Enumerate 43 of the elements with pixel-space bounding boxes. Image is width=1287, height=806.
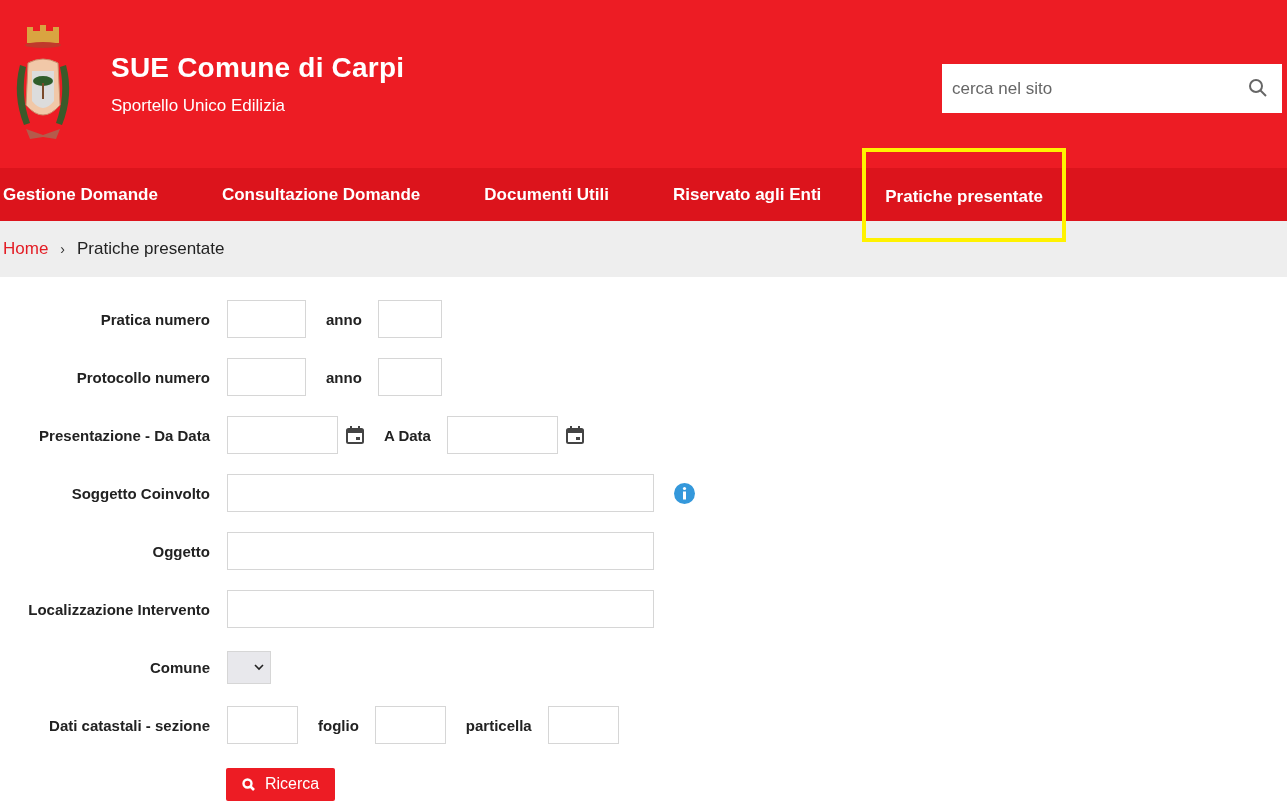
date-field[interactable] bbox=[227, 416, 338, 454]
calendar-icon[interactable] bbox=[346, 426, 364, 444]
breadcrumb-current: Pratiche presentate bbox=[77, 239, 225, 259]
field-label: Soggetto Coinvolto bbox=[70, 484, 210, 502]
nav-item[interactable]: Gestione Domande bbox=[3, 184, 158, 205]
input-field[interactable] bbox=[227, 300, 306, 338]
field-label: Pratica numero bbox=[99, 310, 210, 328]
field-label: foglio bbox=[318, 716, 359, 734]
select-dropdown[interactable] bbox=[227, 650, 271, 684]
field-label: Protocollo numero bbox=[75, 368, 210, 386]
search-icon[interactable] bbox=[1248, 78, 1268, 98]
nav-item[interactable]: Riservato agli Enti bbox=[672, 184, 822, 205]
input-field[interactable] bbox=[227, 474, 654, 512]
site-title[interactable]: SUE Comune di Carpi bbox=[111, 52, 405, 84]
input-field[interactable] bbox=[227, 706, 298, 744]
info-icon[interactable] bbox=[674, 482, 695, 504]
field-label: particella bbox=[465, 716, 532, 734]
field-label: Oggetto bbox=[151, 542, 210, 560]
field-label: anno bbox=[326, 368, 362, 386]
date-field[interactable] bbox=[446, 416, 558, 454]
breadcrumb-separator: › bbox=[60, 241, 66, 257]
site-subtitle: Sportello Unico Edilizia bbox=[111, 96, 286, 116]
nav-item[interactable]: Consultazione Domande bbox=[221, 184, 421, 205]
input-field[interactable] bbox=[377, 358, 442, 396]
field-label: Localizzazione Intervento bbox=[27, 600, 210, 618]
nav-item[interactable]: Documenti Utili bbox=[484, 184, 609, 205]
input-field[interactable] bbox=[374, 706, 446, 744]
input-field[interactable] bbox=[547, 706, 619, 744]
field-label: Presentazione - Da Data bbox=[38, 426, 210, 444]
input-field[interactable] bbox=[227, 532, 654, 570]
search-icon bbox=[242, 777, 255, 791]
input-field[interactable] bbox=[377, 300, 442, 338]
breadcrumb-link[interactable]: Home bbox=[3, 239, 49, 259]
field-label: anno bbox=[326, 310, 362, 328]
search-button[interactable]: Ricerca bbox=[226, 767, 336, 801]
field-label: Comune bbox=[149, 658, 210, 676]
chevron-down-icon bbox=[254, 663, 264, 671]
input-field[interactable] bbox=[227, 358, 306, 396]
calendar-icon[interactable] bbox=[565, 426, 584, 444]
input-field[interactable] bbox=[227, 590, 654, 628]
field-label: Dati catastali - sezione bbox=[48, 716, 210, 734]
field-label: A Data bbox=[384, 426, 431, 444]
search-field[interactable]: cerca nel sito bbox=[942, 64, 1282, 113]
